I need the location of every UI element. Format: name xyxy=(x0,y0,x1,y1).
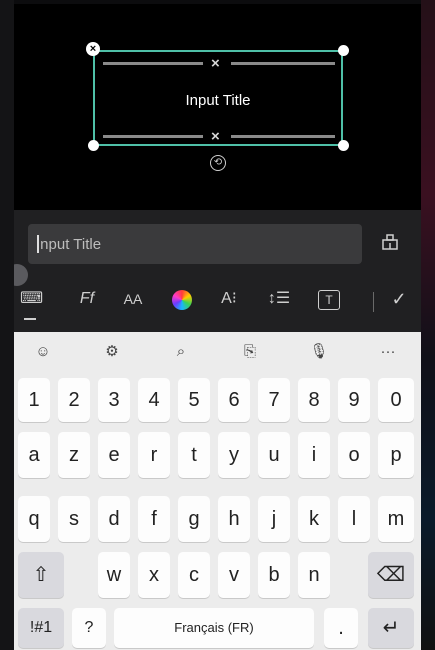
rotate-icon[interactable]: ⟲ xyxy=(210,155,226,171)
color-wheel-icon[interactable] xyxy=(172,290,192,310)
key-d[interactable]: d xyxy=(98,496,130,542)
clipboard-icon[interactable]: ⎘ xyxy=(235,341,265,363)
active-tool-indicator xyxy=(24,318,36,320)
backspace-key[interactable]: ⌫ xyxy=(368,552,414,598)
key-5[interactable]: 5 xyxy=(178,378,210,422)
key-w[interactable]: w xyxy=(98,552,130,598)
top-guide-line-left xyxy=(103,62,203,65)
microphone-icon[interactable]: 🎙 xyxy=(304,341,334,363)
key-0[interactable]: 0 xyxy=(378,378,414,422)
key-b[interactable]: b xyxy=(258,552,290,598)
eraser-icon[interactable] xyxy=(380,232,400,256)
resize-handle-bottom-right[interactable] xyxy=(338,140,349,151)
line-spacing-tool-button[interactable]: ↕☰ xyxy=(262,284,296,314)
key-a[interactable]: a xyxy=(18,432,50,478)
key-j[interactable]: j xyxy=(258,496,290,542)
resize-handle-bottom-left[interactable] xyxy=(88,140,99,151)
space-bar[interactable]: Français (FR) xyxy=(114,608,314,648)
emoji-icon[interactable]: ☺ xyxy=(28,341,58,363)
settings-icon[interactable]: ⚙ xyxy=(97,341,127,363)
font-tool-button[interactable]: Ff xyxy=(72,284,102,314)
key-r[interactable]: r xyxy=(138,432,170,478)
text-tools-toolbar: ⌨ Ff AA A⁝ ↕☰ T ✓ xyxy=(14,280,421,324)
key-n[interactable]: n xyxy=(298,552,330,598)
key-u[interactable]: u xyxy=(258,432,290,478)
key-p[interactable]: p xyxy=(378,432,414,478)
bottom-guide-line-right xyxy=(231,135,335,138)
key-7[interactable]: 7 xyxy=(258,378,290,422)
keyboard-suggestion-bar: ☺ ⚙ ⌕ ⎘ 🎙 ··· xyxy=(14,332,421,372)
text-style-tool-button[interactable]: A⁝ xyxy=(214,284,244,314)
search-icon[interactable]: ⌕ xyxy=(166,341,196,363)
key-4[interactable]: 4 xyxy=(138,378,170,422)
key-2[interactable]: 2 xyxy=(58,378,90,422)
key-z[interactable]: z xyxy=(58,432,90,478)
key-m[interactable]: m xyxy=(378,496,414,542)
key-l[interactable]: l xyxy=(338,496,370,542)
key-c[interactable]: c xyxy=(178,552,210,598)
title-text-box[interactable]: × Input Title × xyxy=(93,50,343,146)
key-e[interactable]: e xyxy=(98,432,130,478)
text-box-tool-button[interactable]: T xyxy=(318,290,340,310)
question-mark-key[interactable]: ? xyxy=(72,608,106,648)
key-y[interactable]: y xyxy=(218,432,250,478)
key-x[interactable]: x xyxy=(138,552,170,598)
key-h[interactable]: h xyxy=(218,496,250,542)
title-input-container[interactable] xyxy=(28,224,362,264)
bottom-close-mark[interactable]: × xyxy=(211,129,220,144)
key-9[interactable]: 9 xyxy=(338,378,370,422)
key-8[interactable]: 8 xyxy=(298,378,330,422)
period-key[interactable]: . xyxy=(324,608,358,648)
key-s[interactable]: s xyxy=(58,496,90,542)
keyboard-tool-icon[interactable]: ⌨ xyxy=(20,284,43,314)
key-1[interactable]: 1 xyxy=(18,378,50,422)
bottom-guide-line-left xyxy=(103,135,203,138)
toolbar-divider xyxy=(373,292,374,312)
key-g[interactable]: g xyxy=(178,496,210,542)
background-strip-left xyxy=(0,0,14,650)
key-6[interactable]: 6 xyxy=(218,378,250,422)
title-input[interactable] xyxy=(36,224,356,264)
key-k[interactable]: k xyxy=(298,496,330,542)
size-tool-button[interactable]: AA xyxy=(118,284,148,314)
key-o[interactable]: o xyxy=(338,432,370,478)
text-caret xyxy=(37,235,39,253)
on-screen-keyboard: ☺ ⚙ ⌕ ⎘ 🎙 ··· 1 2 3 4 5 6 7 8 9 0 a z e … xyxy=(14,332,421,650)
top-guide-line-right xyxy=(231,62,335,65)
key-f[interactable]: f xyxy=(138,496,170,542)
more-icon[interactable]: ··· xyxy=(373,341,403,363)
enter-key[interactable]: ↵ xyxy=(368,608,414,648)
text-editor-panel: ⌨ Ff AA A⁝ ↕☰ T ✓ xyxy=(14,210,421,332)
key-v[interactable]: v xyxy=(218,552,250,598)
key-i[interactable]: i xyxy=(298,432,330,478)
key-q[interactable]: q xyxy=(18,496,50,542)
shift-key[interactable]: ⇧ xyxy=(18,552,64,598)
background-strip-right xyxy=(421,0,435,650)
top-close-mark[interactable]: × xyxy=(211,56,220,71)
title-text[interactable]: Input Title xyxy=(95,92,341,109)
text-editor-screen: × Input Title × × ⟲ ⌨ Ff AA A⁝ ↕☰ xyxy=(14,4,421,650)
delete-handle-icon[interactable]: × xyxy=(86,42,100,56)
resize-handle-top-right[interactable] xyxy=(338,45,349,56)
key-3[interactable]: 3 xyxy=(98,378,130,422)
confirm-check-icon[interactable]: ✓ xyxy=(386,284,412,314)
canvas-area[interactable]: × Input Title × × ⟲ xyxy=(14,4,421,210)
key-t[interactable]: t xyxy=(178,432,210,478)
symbols-key[interactable]: !#1 xyxy=(18,608,64,648)
